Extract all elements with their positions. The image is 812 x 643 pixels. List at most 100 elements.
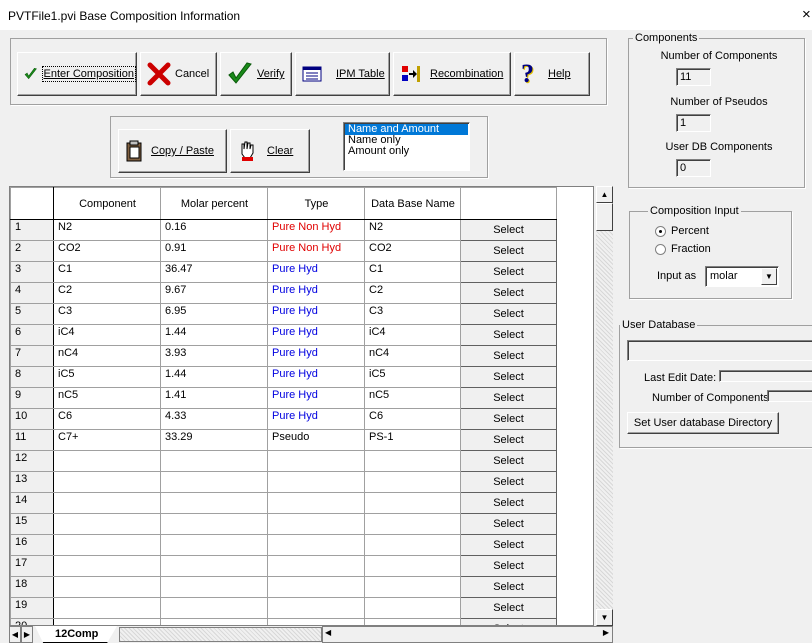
select-button[interactable]: Select	[460, 471, 557, 493]
molar-percent-cell[interactable]: 6.95	[160, 303, 268, 325]
component-cell[interactable]	[53, 618, 161, 625]
ipm-table-button[interactable]: IPM Table	[295, 52, 390, 96]
recombination-button[interactable]: Recombination	[393, 52, 511, 96]
molar-percent-cell[interactable]	[160, 492, 268, 514]
select-button[interactable]: Select	[460, 219, 557, 241]
select-button[interactable]: Select	[460, 429, 557, 451]
molar-percent-cell[interactable]: 4.33	[160, 408, 268, 430]
database-name-cell[interactable]	[364, 597, 461, 619]
molar-percent-cell[interactable]	[160, 450, 268, 472]
scroll-down-icon[interactable]: ▼	[596, 609, 613, 626]
database-name-cell[interactable]	[364, 555, 461, 577]
component-cell[interactable]: C7+	[53, 429, 161, 451]
database-name-cell[interactable]: CO2	[364, 240, 461, 262]
hscroll-left-icon[interactable]: ◀	[325, 628, 331, 637]
molar-percent-cell[interactable]	[160, 576, 268, 598]
database-name-cell[interactable]: C3	[364, 303, 461, 325]
molar-percent-cell[interactable]	[160, 618, 268, 625]
database-name-cell[interactable]: N2	[364, 219, 461, 241]
select-button[interactable]: Select	[460, 597, 557, 619]
component-cell[interactable]: C1	[53, 261, 161, 283]
database-name-cell[interactable]	[364, 576, 461, 598]
component-cell[interactable]: iC4	[53, 324, 161, 346]
molar-percent-cell[interactable]: 9.67	[160, 282, 268, 304]
set-user-db-directory-button[interactable]: Set User database Directory	[627, 412, 779, 434]
molar-percent-cell[interactable]	[160, 597, 268, 619]
select-button[interactable]: Select	[460, 387, 557, 409]
select-button[interactable]: Select	[460, 534, 557, 556]
molar-percent-cell[interactable]: 0.91	[160, 240, 268, 262]
scroll-thumb[interactable]	[596, 203, 613, 231]
select-button[interactable]: Select	[460, 240, 557, 262]
database-name-cell[interactable]	[364, 450, 461, 472]
tab-scroll-right-icon[interactable]: ▶	[21, 626, 33, 643]
select-button[interactable]: Select	[460, 492, 557, 514]
molar-percent-cell[interactable]	[160, 555, 268, 577]
database-name-cell[interactable]: nC5	[364, 387, 461, 409]
component-cell[interactable]: C3	[53, 303, 161, 325]
tab-scroll-left-icon[interactable]: ◀	[9, 626, 21, 643]
component-cell[interactable]: nC4	[53, 345, 161, 367]
user-database-select[interactable]: ▼	[627, 340, 812, 361]
select-button[interactable]: Select	[460, 513, 557, 535]
component-cell[interactable]	[53, 597, 161, 619]
fraction-radio[interactable]: Fraction	[655, 243, 711, 255]
molar-percent-cell[interactable]: 1.41	[160, 387, 268, 409]
copy-paste-button[interactable]: Copy / Paste	[118, 129, 227, 173]
enter-composition-button[interactable]: Enter Composition	[17, 52, 137, 96]
component-cell[interactable]: C6	[53, 408, 161, 430]
chevron-down-icon[interactable]: ▼	[761, 268, 777, 285]
molar-percent-cell[interactable]: 33.29	[160, 429, 268, 451]
database-name-cell[interactable]: iC5	[364, 366, 461, 388]
grid-horizontal-scrollbar[interactable]: ◀ ▶	[322, 626, 613, 643]
select-button[interactable]: Select	[460, 576, 557, 598]
component-cell[interactable]: iC5	[53, 366, 161, 388]
database-name-cell[interactable]: C1	[364, 261, 461, 283]
molar-percent-cell[interactable]	[160, 471, 268, 493]
scroll-up-icon[interactable]: ▲	[596, 186, 613, 203]
component-cell[interactable]	[53, 576, 161, 598]
tab-12comp[interactable]: 12Comp	[35, 626, 117, 643]
input-as-select[interactable]: molar ▼	[705, 266, 779, 287]
database-name-cell[interactable]: nC4	[364, 345, 461, 367]
select-button[interactable]: Select	[460, 324, 557, 346]
component-cell[interactable]	[53, 513, 161, 535]
select-button[interactable]: Select	[460, 282, 557, 304]
component-cell[interactable]: CO2	[53, 240, 161, 262]
database-name-cell[interactable]: PS-1	[364, 429, 461, 451]
select-button[interactable]: Select	[460, 555, 557, 577]
select-button[interactable]: Select	[460, 366, 557, 388]
component-cell[interactable]	[53, 471, 161, 493]
molar-percent-cell[interactable]: 1.44	[160, 324, 268, 346]
database-name-cell[interactable]	[364, 492, 461, 514]
molar-percent-cell[interactable]	[160, 534, 268, 556]
component-cell[interactable]	[53, 555, 161, 577]
database-name-cell[interactable]	[364, 534, 461, 556]
close-icon[interactable]: ×	[802, 6, 811, 23]
display-option-amount-only[interactable]: Amount only	[345, 146, 468, 157]
molar-percent-cell[interactable]: 1.44	[160, 366, 268, 388]
component-cell[interactable]	[53, 492, 161, 514]
select-button[interactable]: Select	[460, 618, 557, 625]
select-button[interactable]: Select	[460, 303, 557, 325]
select-button[interactable]: Select	[460, 450, 557, 472]
database-name-cell[interactable]	[364, 471, 461, 493]
molar-percent-cell[interactable]	[160, 513, 268, 535]
select-button[interactable]: Select	[460, 408, 557, 430]
clear-button[interactable]: Clear	[230, 129, 310, 173]
database-name-cell[interactable]: C6	[364, 408, 461, 430]
select-button[interactable]: Select	[460, 261, 557, 283]
component-cell[interactable]	[53, 534, 161, 556]
molar-percent-cell[interactable]: 36.47	[160, 261, 268, 283]
database-name-cell[interactable]: iC4	[364, 324, 461, 346]
cancel-button[interactable]: Cancel	[140, 52, 217, 96]
select-button[interactable]: Select	[460, 345, 557, 367]
component-cell[interactable]: C2	[53, 282, 161, 304]
component-cell[interactable]: N2	[53, 219, 161, 241]
database-name-cell[interactable]: C2	[364, 282, 461, 304]
percent-radio[interactable]: Percent	[655, 225, 709, 237]
database-name-cell[interactable]	[364, 513, 461, 535]
display-mode-listbox[interactable]: Name and Amount Name only Amount only	[343, 122, 470, 171]
hscroll-right-icon[interactable]: ▶	[603, 628, 609, 637]
verify-button[interactable]: Verify	[220, 52, 292, 96]
